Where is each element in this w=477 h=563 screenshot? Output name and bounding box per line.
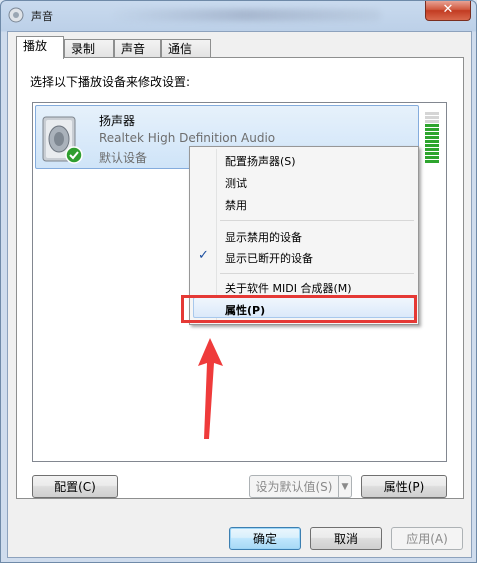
annotation-arrow-icon [198,338,223,439]
annotation-highlight-box [181,295,417,323]
menu-item-show-disconnected[interactable]: 显示已断开的设备 [225,250,313,266]
configure-button[interactable]: 配置(C) [32,475,118,498]
tab-recording[interactable]: 录制 [64,39,114,57]
cancel-button[interactable]: 取消 [310,527,382,550]
menu-item-configure-speakers[interactable]: 配置扬声器(S) [225,153,296,169]
device-name: 扬声器 [99,114,136,128]
set-default-button[interactable]: 设为默认值(S) [249,475,339,498]
window-title: 声音 [31,10,53,23]
tab-sounds[interactable]: 声音 [114,39,161,57]
menu-separator [220,273,414,274]
menu-item-show-disabled[interactable]: 显示禁用的设备 [225,229,302,245]
properties-button[interactable]: 属性(P) [361,475,447,498]
sound-app-icon [8,7,24,23]
ok-button[interactable]: 确定 [229,527,301,550]
device-description: Realtek High Definition Audio [99,131,276,145]
instruction-label: 选择以下播放设备来修改设置: [30,75,191,89]
device-status: 默认设备 [99,151,148,165]
menu-item-disable[interactable]: 禁用 [225,197,247,213]
set-default-dropdown-arrow[interactable]: ▼ [339,475,352,498]
title-bar[interactable]: 声音 ✕ [1,1,476,31]
menu-item-about-midi[interactable]: 关于软件 MIDI 合成器(M) [225,280,352,296]
checkmark-badge-icon [65,146,83,164]
menu-separator [220,220,414,221]
apply-button[interactable]: 应用(A) [391,527,463,550]
tab-playback[interactable]: 播放 [16,36,64,59]
speaker-icon [42,116,83,164]
check-icon: ✓ [198,248,209,263]
tab-communications[interactable]: 通信 [161,39,211,57]
close-button[interactable]: ✕ [425,1,471,21]
menu-item-test[interactable]: 测试 [225,175,247,191]
title-blur-area [111,9,381,21]
volume-level-meter [425,112,439,166]
